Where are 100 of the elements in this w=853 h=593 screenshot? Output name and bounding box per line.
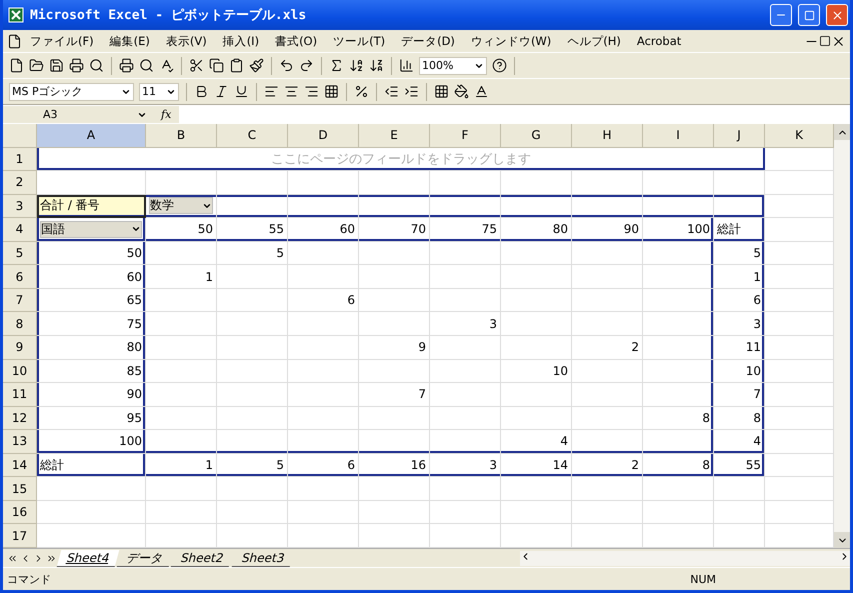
save-icon[interactable] (49, 58, 64, 73)
new-file-icon[interactable] (9, 58, 24, 73)
column-header[interactable]: K (765, 124, 834, 148)
column-header[interactable]: I (643, 124, 714, 148)
maximize-button[interactable] (798, 4, 820, 26)
row-header[interactable]: 17 (3, 524, 37, 548)
table-cell: 6 (288, 454, 359, 478)
table-cell: 1 (714, 265, 765, 289)
printer-icon[interactable] (119, 58, 134, 73)
copy-icon[interactable] (209, 58, 224, 73)
menu-item[interactable]: 表示(V) (158, 32, 215, 50)
table-cell: 8 (714, 406, 765, 430)
function-label[interactable]: fx (153, 106, 180, 123)
table-cell: 合計 / 番号 (37, 194, 146, 218)
num-lock-indicator: NUM (690, 572, 716, 586)
table-cell: 16 (359, 454, 430, 478)
align-right-icon[interactable] (304, 84, 319, 99)
row-header[interactable]: 2 (3, 171, 37, 195)
fill-color-icon[interactable] (454, 84, 469, 99)
table-cell: 85 (37, 360, 146, 384)
vertical-scrollbar[interactable] (834, 124, 850, 548)
menu-item[interactable]: 挿入(I) (214, 32, 268, 50)
field-dropdown[interactable]: 国語 (40, 220, 142, 238)
row-header[interactable]: 3 (3, 194, 37, 218)
table-cell: 65 (37, 288, 146, 312)
brush-icon[interactable] (249, 58, 264, 73)
underline-icon[interactable] (234, 84, 249, 99)
row-header[interactable]: 14 (3, 454, 37, 478)
table-cell: 5 (714, 242, 765, 266)
folder-icon[interactable] (29, 58, 44, 73)
help-icon[interactable] (492, 58, 507, 73)
restore-icon[interactable] (819, 35, 831, 47)
align-center-icon[interactable] (284, 84, 299, 99)
row-header[interactable]: 16 (3, 500, 37, 524)
row-header[interactable]: 8 (3, 312, 37, 336)
table-cell: 2 (572, 454, 643, 478)
close-button[interactable] (826, 4, 848, 26)
menu-item[interactable]: ヘルプ(H) (559, 32, 629, 50)
column-header[interactable]: J (714, 124, 765, 148)
sort-descending-icon[interactable] (369, 58, 384, 73)
row-header[interactable]: 10 (3, 360, 37, 384)
borders-icon[interactable] (434, 84, 449, 99)
menu-item[interactable]: ファイル(F) (22, 32, 102, 50)
column-header[interactable]: B (146, 124, 217, 148)
italic-icon[interactable] (214, 84, 229, 99)
undo-icon[interactable] (279, 58, 294, 73)
search-icon[interactable] (89, 58, 104, 73)
sheet-tab[interactable]: Sheet4 (56, 550, 120, 566)
spreadsheet-icon (8, 7, 24, 23)
column-header[interactable]: D (288, 124, 359, 148)
chart-icon[interactable] (399, 58, 414, 73)
font-dropdown[interactable]: MS Pゴシック (9, 82, 134, 100)
font-size-dropdown[interactable]: 11 (139, 82, 179, 100)
sort-ascending-icon[interactable] (349, 58, 364, 73)
menu-item[interactable]: ツール(T) (325, 32, 394, 50)
column-header[interactable]: G (501, 124, 572, 148)
clipboard-icon[interactable] (229, 58, 244, 73)
align-left-icon[interactable] (264, 84, 279, 99)
horizontal-scrollbar[interactable] (520, 550, 850, 566)
row-header[interactable]: 7 (3, 288, 37, 312)
row-header[interactable]: 5 (3, 242, 37, 266)
column-header[interactable]: E (359, 124, 430, 148)
row-header[interactable]: 12 (3, 406, 37, 430)
table-cell: 80 (37, 336, 146, 360)
column-header[interactable]: F (430, 124, 501, 148)
table-cell: 8 (643, 406, 714, 430)
indent-icon[interactable] (404, 84, 419, 99)
name-box[interactable]: A3 (3, 106, 153, 123)
menu-item[interactable]: 書式(O) (267, 32, 326, 50)
table-cell: 4 (501, 430, 572, 454)
menu-item[interactable]: ウィンドウ(W) (462, 32, 560, 50)
document-icon[interactable] (7, 34, 22, 48)
row-header[interactable]: 4 (3, 218, 37, 242)
menu-item[interactable]: 編集(E) (102, 32, 158, 50)
redo-icon[interactable] (299, 58, 314, 73)
row-header[interactable]: 11 (3, 383, 37, 407)
column-header[interactable]: H (572, 124, 643, 148)
zoom-dropdown[interactable]: 100% (419, 56, 487, 74)
row-header[interactable]: 9 (3, 336, 37, 360)
menu-item[interactable]: データ(D) (393, 32, 463, 50)
menu-item[interactable]: Acrobat (628, 32, 690, 50)
table-cell: 95 (37, 406, 146, 430)
percent-icon[interactable] (354, 84, 369, 99)
scissors-icon[interactable] (189, 58, 204, 73)
printer-icon[interactable] (69, 58, 84, 73)
status-text: コマンド (7, 572, 51, 586)
table-cell: 50 (37, 242, 146, 266)
row-header[interactable]: 6 (3, 265, 37, 289)
column-header[interactable]: C (217, 124, 288, 148)
table-cell: 11 (714, 336, 765, 360)
field-dropdown[interactable]: 数学 (149, 197, 213, 214)
font-color-icon[interactable] (474, 84, 489, 99)
row-header[interactable]: 13 (3, 430, 37, 454)
row-header[interactable]: 15 (3, 477, 37, 501)
table-cell: 6 (288, 288, 359, 312)
outdent-icon[interactable] (384, 84, 399, 99)
row-header[interactable]: 1 (3, 148, 37, 172)
minimize-button[interactable] (770, 4, 792, 26)
column-header[interactable]: A (37, 124, 146, 148)
preview-icon[interactable] (139, 58, 154, 73)
